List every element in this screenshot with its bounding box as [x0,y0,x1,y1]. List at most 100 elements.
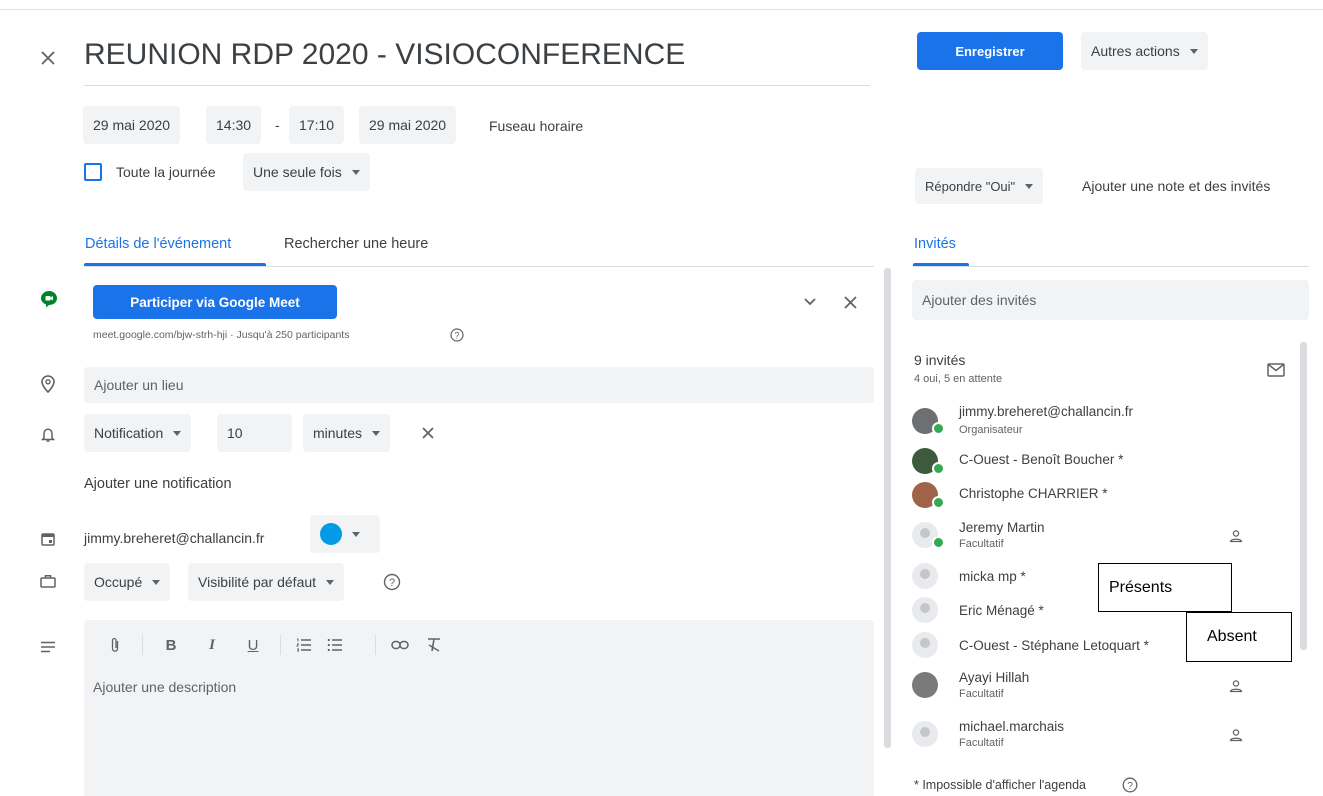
event-color-select[interactable] [310,515,380,553]
tabs-divider [84,266,874,267]
tab-find-time[interactable]: Rechercher une heure [284,236,428,252]
location-input[interactable]: Ajouter un lieu [84,367,874,403]
timezone-link[interactable]: Fuseau horaire [489,118,583,134]
guests-scrollbar[interactable] [1300,342,1307,650]
start-date-field[interactable]: 29 mai 2020 [83,106,181,144]
guest-role: Facultatif [959,538,1004,550]
guest-name: C-Ouest - Benoît Boucher * [959,452,1124,467]
availability-value: Occupé [94,574,143,590]
save-button[interactable]: Enregistrer [917,32,1063,70]
accepted-check-icon [932,422,945,435]
end-date-field[interactable]: 29 mai 2020 [359,106,457,144]
guest-row[interactable]: Jeremy Martin Facultatif [912,520,1252,552]
remove-meet-close-icon[interactable] [840,292,860,312]
add-note-link[interactable]: Ajouter une note et des invités [1082,178,1323,194]
guest-row[interactable]: michael.marchais Facultatif [912,719,1252,751]
tab-guests[interactable]: Invités [914,236,956,252]
svg-text:?: ? [1127,781,1133,792]
google-meet-icon [38,288,60,310]
tab-event-details[interactable]: Détails de l'événement [85,236,231,252]
end-time-field[interactable]: 17:10 [289,106,345,144]
agenda-footnote: * Impossible d'afficher l'agenda [914,778,1087,792]
more-actions-label: Autres actions [1091,43,1180,59]
notification-type-value: Notification [94,425,164,441]
italic-icon[interactable]: I [203,635,221,655]
notification-unit-select[interactable]: minutes [303,414,391,452]
absent-annotation-box: Absent [1186,612,1292,662]
guest-count: 9 invités [914,352,966,368]
join-meet-button[interactable]: Participer via Google Meet [93,285,337,319]
underline-icon[interactable]: U [244,635,262,655]
svg-text:?: ? [454,330,459,340]
start-time-field[interactable]: 14:30 [206,106,262,144]
guest-row[interactable]: Ayayi Hillah Facultatif [912,670,1252,702]
guest-row[interactable]: Christophe CHARRIER * [912,482,1252,510]
bulleted-list-icon[interactable] [325,636,345,654]
chevron-down-icon [326,579,335,585]
attachment-icon[interactable] [106,636,124,654]
clear-formatting-icon[interactable] [424,635,444,655]
all-day-checkbox[interactable] [84,163,102,181]
chevron-down-icon[interactable] [800,292,820,312]
optional-person-icon[interactable] [1226,725,1246,745]
optional-person-icon[interactable] [1226,676,1246,696]
all-day-label: Toute la journée [116,164,216,180]
time-separator: - [275,117,280,133]
meet-link-info[interactable]: meet.google.com/bjw-strh-hji · Jusqu'à 2… [93,329,349,341]
accepted-check-icon [932,496,945,509]
guest-name: Christophe CHARRIER * [959,486,1108,501]
toolbar-divider [375,635,376,655]
help-icon[interactable]: ? [1121,776,1139,794]
guest-role: Facultatif [959,688,1004,700]
recurrence-select[interactable]: Une seule fois [243,153,370,191]
recurrence-value: Une seule fois [253,164,342,180]
add-guests-input[interactable]: Ajouter des invités [912,280,1309,320]
top-divider [0,9,1323,10]
bell-icon [37,424,59,446]
avatar [912,721,938,747]
avatar [912,563,938,589]
notification-type-select[interactable]: Notification [84,414,192,452]
chevron-down-icon [372,430,381,436]
event-title-input[interactable]: REUNION RDP 2020 - VISIOCONFERENCE [84,38,870,86]
email-guests-icon[interactable] [1264,360,1288,380]
close-icon[interactable] [36,46,60,70]
add-notification-link[interactable]: Ajouter une notification [84,476,232,492]
chevron-down-icon [1189,48,1198,54]
description-placeholder: Ajouter une description [93,679,237,695]
guest-row[interactable]: jimmy.breheret@challancin.fr Organisateu… [912,404,1252,438]
guest-name: jimmy.breheret@challancin.fr [959,404,1134,419]
rsvp-value: Répondre "Oui" [925,178,1016,194]
guest-name: michael.marchais [959,719,1065,734]
briefcase-icon [37,570,59,592]
visibility-select[interactable]: Visibilité par défaut [188,563,345,601]
numbered-list-icon[interactable] [294,636,314,654]
toolbar-divider [280,635,281,655]
rsvp-select[interactable]: Répondre "Oui" [915,168,1044,204]
guest-row[interactable]: C-Ouest - Benoît Boucher * [912,448,1252,476]
link-icon[interactable] [389,636,411,654]
remove-notification-close-icon[interactable] [418,423,438,443]
avatar [912,672,938,698]
calendar-icon [37,528,59,550]
color-swatch [320,523,342,545]
guest-role: Facultatif [959,737,1004,749]
notification-value-input[interactable]: 10 [217,414,292,452]
description-editor[interactable]: B I U Ajouter une description [84,620,874,796]
details-scrollbar[interactable] [884,268,891,748]
more-actions-button[interactable]: Autres actions [1081,32,1208,70]
guest-role: Organisateur [959,424,1023,436]
description-lines-icon [37,636,59,658]
avatar [912,632,938,658]
calendar-owner: jimmy.breheret@challancin.fr [84,530,265,546]
toolbar-divider [142,635,143,655]
guest-name: Eric Ménagé * [959,603,1044,618]
present-annotation-box: Présents [1098,563,1232,612]
optional-person-icon[interactable] [1226,526,1246,546]
help-icon[interactable]: ? [449,327,464,342]
bold-icon[interactable]: B [162,635,180,655]
availability-select[interactable]: Occupé [84,563,171,601]
chevron-down-icon [173,430,182,436]
help-icon[interactable]: ? [382,572,402,592]
guest-name: C-Ouest - Stéphane Letoquart * [959,638,1149,653]
